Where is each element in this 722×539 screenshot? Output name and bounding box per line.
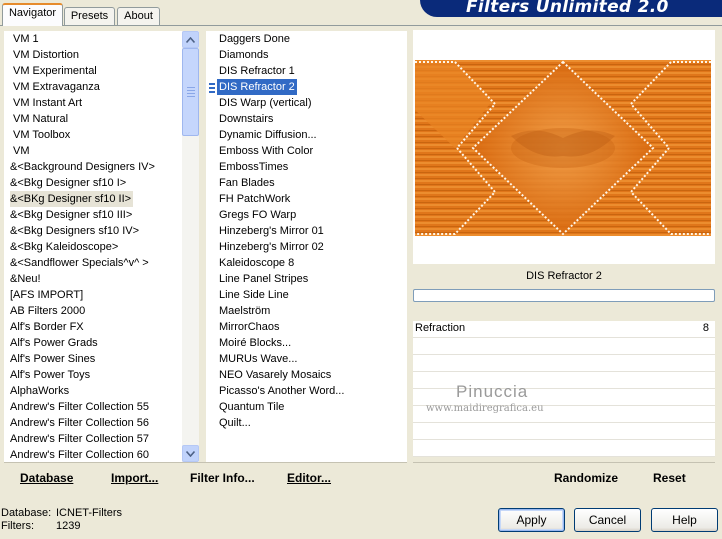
tab-about[interactable]: About (117, 7, 160, 25)
category-item[interactable]: AB Filters 2000 (10, 303, 87, 319)
category-item[interactable]: Alf's Power Grads (10, 335, 100, 351)
filter-item[interactable]: Moiré Blocks... (217, 335, 293, 351)
database-button[interactable]: Database (20, 471, 73, 485)
filter-item[interactable]: DIS Refractor 2 (217, 79, 297, 95)
filter-item[interactable]: Dynamic Diffusion... (217, 127, 319, 143)
category-item[interactable]: &<Sandflower Specials^v^ > (10, 255, 151, 271)
category-item[interactable]: &Neu! (10, 271, 43, 287)
parameter-value: 8 (702, 322, 709, 334)
preview-panel (413, 30, 715, 264)
filter-item[interactable]: Quilt... (217, 415, 253, 431)
filter-item[interactable]: Picasso's Another Word... (217, 383, 346, 399)
editor-button[interactable]: Editor... (287, 471, 331, 485)
filter-item[interactable]: Quantum Tile (217, 399, 286, 415)
apply-button[interactable]: Apply (498, 508, 565, 532)
filter-item[interactable]: NEO Vasarely Mosaics (217, 367, 333, 383)
category-item[interactable]: VM Experimental (13, 63, 99, 79)
filter-item[interactable]: Fan Blades (217, 175, 277, 191)
drag-handle-icon (209, 82, 216, 94)
tab-navigator[interactable]: Navigator (2, 3, 63, 26)
category-item[interactable]: [AFS IMPORT] (10, 287, 85, 303)
category-scrollbar[interactable] (182, 31, 199, 462)
category-item[interactable]: VM Natural (13, 111, 70, 127)
category-item[interactable]: Alf's Power Sines (10, 351, 97, 367)
filter-item[interactable]: FH PatchWork (217, 191, 292, 207)
category-item[interactable]: Alf's Power Toys (10, 367, 92, 383)
category-item[interactable]: VM 1 (13, 31, 41, 47)
category-list[interactable]: VM 1 VM Distortion VM Experimental VM Extra… (4, 31, 182, 462)
category-item[interactable]: &<Bkg Kaleidoscope> (10, 239, 120, 255)
filter-item[interactable]: Daggers Done (217, 31, 292, 47)
parameter-refraction-row[interactable]: Refraction 8 (413, 321, 715, 338)
category-item[interactable]: VM Toolbox (13, 127, 72, 143)
category-item[interactable]: VM Instant Art (13, 95, 84, 111)
randomize-button[interactable]: Randomize (554, 471, 618, 485)
filter-item[interactable]: Line Panel Stripes (217, 271, 310, 287)
category-item[interactable]: VM (13, 143, 32, 159)
database-value: ICNET-Filters (56, 507, 122, 519)
filters-count-label: Filters: (1, 520, 34, 532)
category-item[interactable]: Andrew's Filter Collection 57 (10, 431, 151, 447)
help-button[interactable]: Help (651, 508, 718, 532)
filter-item[interactable]: Line Side Line (217, 287, 291, 303)
filter-item[interactable]: Maelström (217, 303, 272, 319)
tab-about-label: About (124, 10, 153, 22)
category-item[interactable]: &<Background Designers IV> (10, 159, 157, 175)
tab-divider (0, 25, 722, 26)
category-item[interactable]: VM Extravaganza (13, 79, 102, 95)
reset-button[interactable]: Reset (653, 471, 686, 485)
parameter-label: Refraction (415, 322, 466, 334)
cancel-button[interactable]: Cancel (574, 508, 641, 532)
tab-navigator-label: Navigator (8, 7, 57, 19)
filter-item[interactable]: Emboss With Color (217, 143, 315, 159)
filter-item[interactable]: MURUs Wave... (217, 351, 299, 367)
left-button-bar: Database Import... Filter Info... Editor… (4, 462, 407, 493)
filter-item[interactable]: Diamonds (217, 47, 271, 63)
tab-presets-label: Presets (70, 10, 109, 22)
filter-list[interactable]: Daggers Done Diamonds DIS Refractor 1 DIS R… (206, 31, 407, 462)
category-item[interactable]: Andrew's Filter Collection 60 (10, 447, 151, 462)
filter-item[interactable]: DIS Refractor 1 (217, 63, 297, 79)
app-title: Filters Unlimited 2.0 (466, 0, 669, 17)
filter-item[interactable]: Gregs FO Warp (217, 207, 298, 223)
filter-info-button[interactable]: Filter Info... (190, 471, 255, 485)
scroll-down-button[interactable] (182, 445, 199, 462)
watermark-name: Pinuccia (456, 382, 529, 401)
filter-item[interactable]: DIS Warp (vertical) (217, 95, 314, 111)
chevron-down-icon (186, 450, 195, 457)
category-item[interactable]: Alf's Border FX (10, 319, 86, 335)
import-button[interactable]: Import... (111, 471, 158, 485)
category-item[interactable]: VM Distortion (13, 47, 81, 63)
filter-item[interactable]: Kaleidoscope 8 (217, 255, 296, 271)
scroll-thumb[interactable] (182, 48, 199, 136)
filter-item[interactable]: Hinzeberg's Mirror 02 (217, 239, 326, 255)
progress-bar (413, 289, 715, 302)
category-item[interactable]: &<Bkg Designer sf10 III> (10, 207, 134, 223)
database-label: Database: (1, 507, 52, 519)
filter-item[interactable]: MirrorChaos (217, 319, 282, 335)
filter-preview-image (415, 60, 711, 236)
parameter-row-empty (413, 440, 715, 457)
filter-item[interactable]: Hinzeberg's Mirror 01 (217, 223, 326, 239)
parameter-row-empty (413, 338, 715, 355)
chevron-up-icon (186, 36, 195, 43)
filters-count-value: 1239 (56, 520, 81, 532)
tab-presets[interactable]: Presets (64, 7, 115, 25)
parameter-row-empty (413, 355, 715, 372)
parameter-row-empty (413, 423, 715, 440)
category-item[interactable]: AlphaWorks (10, 383, 71, 399)
watermark-url: www.maidiregrafica.eu (426, 403, 544, 414)
category-item[interactable]: &<BKg Designer sf10 II> (10, 191, 134, 207)
category-item[interactable]: Andrew's Filter Collection 56 (10, 415, 151, 431)
filter-item[interactable]: Downstairs (217, 111, 275, 127)
category-item[interactable]: &<Bkg Designers sf10 IV> (10, 223, 141, 239)
right-button-bar: Randomize Reset (413, 462, 715, 493)
category-item[interactable]: &<Bkg Designer sf10 I> (10, 175, 128, 191)
selected-filter-title: DIS Refractor 2 (413, 265, 715, 287)
scroll-up-button[interactable] (182, 31, 199, 48)
filter-item[interactable]: EmbossTimes (217, 159, 290, 175)
category-item[interactable]: Andrew's Filter Collection 55 (10, 399, 151, 415)
